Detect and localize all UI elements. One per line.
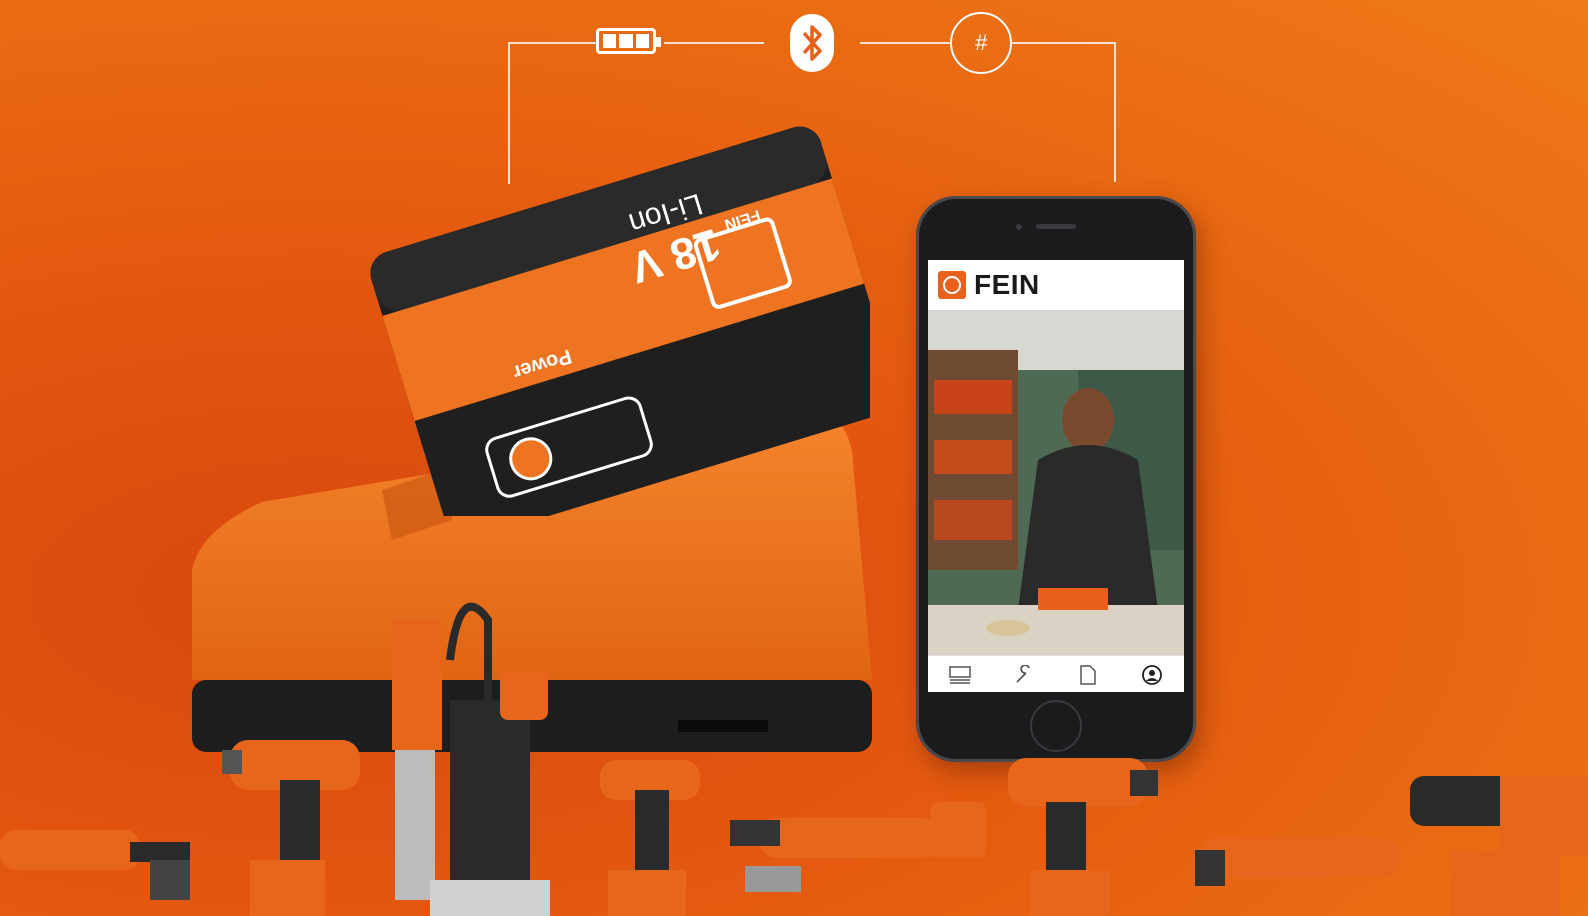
oscillating-multitool bbox=[1195, 838, 1400, 886]
drill-driver bbox=[1008, 758, 1158, 916]
app-header: FEIN bbox=[928, 260, 1184, 310]
sync-symbol: # bbox=[974, 30, 988, 55]
impact-driver bbox=[600, 760, 700, 916]
connector-right-vertical bbox=[1114, 42, 1116, 182]
angle-grinder-left bbox=[0, 830, 190, 900]
angle-grinder-center bbox=[730, 802, 986, 892]
power-tools-lineup bbox=[0, 602, 1588, 916]
magnetic-drill bbox=[392, 602, 550, 916]
rotary-hammer bbox=[1410, 776, 1588, 916]
connector-right-horizontal bbox=[1012, 42, 1116, 44]
battery-icon bbox=[596, 28, 661, 54]
connector-left-horizontal bbox=[508, 42, 596, 44]
connector-mid-right bbox=[860, 42, 950, 44]
bluetooth-icon bbox=[790, 14, 834, 72]
phone-speaker bbox=[1036, 224, 1076, 229]
connector-mid-left bbox=[664, 42, 764, 44]
fein-logo-icon bbox=[938, 271, 966, 299]
phone-camera bbox=[1016, 224, 1022, 230]
app-title: FEIN bbox=[974, 269, 1040, 300]
battery-pack bbox=[370, 126, 870, 516]
impact-wrench bbox=[222, 740, 360, 916]
sync-number-icon: # bbox=[950, 12, 1012, 74]
